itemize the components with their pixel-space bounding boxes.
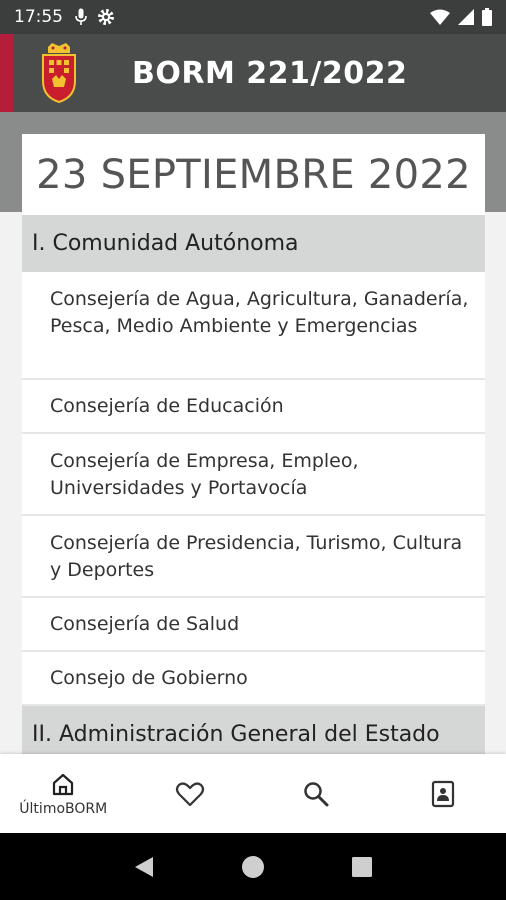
system-navigation-bar bbox=[0, 833, 506, 900]
recent-apps-icon[interactable] bbox=[351, 856, 373, 878]
publication-date: 23 SEPTIEMBRE 2022 bbox=[36, 151, 471, 198]
search-icon bbox=[304, 781, 329, 806]
heart-icon bbox=[175, 781, 204, 806]
status-time: 17:55 bbox=[14, 7, 63, 27]
nav-latest-borm[interactable]: ÚltimoBORM bbox=[0, 754, 127, 833]
app-bar-accent bbox=[0, 34, 14, 112]
section-header[interactable]: I. Comunidad Autónoma bbox=[22, 215, 485, 272]
content-list: 23 SEPTIEMBRE 2022 I. Comunidad Autónoma… bbox=[22, 134, 485, 754]
wifi-icon bbox=[430, 9, 450, 25]
home-circle-icon[interactable] bbox=[241, 855, 265, 879]
list-item[interactable]: Consejería de Agua, Agricultura, Ganader… bbox=[22, 272, 485, 380]
list-item[interactable]: Consejo de Gobierno bbox=[22, 652, 485, 706]
date-card: 23 SEPTIEMBRE 2022 bbox=[22, 134, 485, 215]
list-item[interactable]: Consejería de Presidencia, Turismo, Cult… bbox=[22, 516, 485, 598]
back-icon[interactable] bbox=[133, 855, 155, 879]
settings-gear-icon bbox=[98, 9, 114, 25]
list-item[interactable]: Consejería de Empresa, Empleo, Universid… bbox=[22, 434, 485, 516]
home-icon bbox=[53, 773, 74, 795]
microphone-icon bbox=[75, 8, 87, 25]
document-person-icon bbox=[431, 780, 454, 807]
nav-search[interactable] bbox=[253, 754, 380, 833]
nav-latest-borm-label: ÚltimoBORM bbox=[19, 800, 108, 817]
section-header[interactable]: II. Administración General del Estado bbox=[22, 706, 485, 754]
list-item[interactable]: Consejería de Educación bbox=[22, 380, 485, 434]
page-title: BORM 221/2022 bbox=[132, 55, 408, 91]
list-item[interactable]: Consejería de Salud bbox=[22, 598, 485, 652]
coat-of-arms-logo bbox=[42, 43, 76, 103]
nav-subscriptions[interactable] bbox=[380, 754, 506, 833]
bottom-navigation: ÚltimoBORM bbox=[0, 754, 506, 833]
status-bar: 17:55 bbox=[0, 0, 506, 34]
app-bar: BORM 221/2022 bbox=[0, 34, 506, 112]
nav-favorites[interactable] bbox=[127, 754, 254, 833]
cell-signal-icon bbox=[458, 9, 474, 25]
battery-icon bbox=[482, 8, 492, 26]
